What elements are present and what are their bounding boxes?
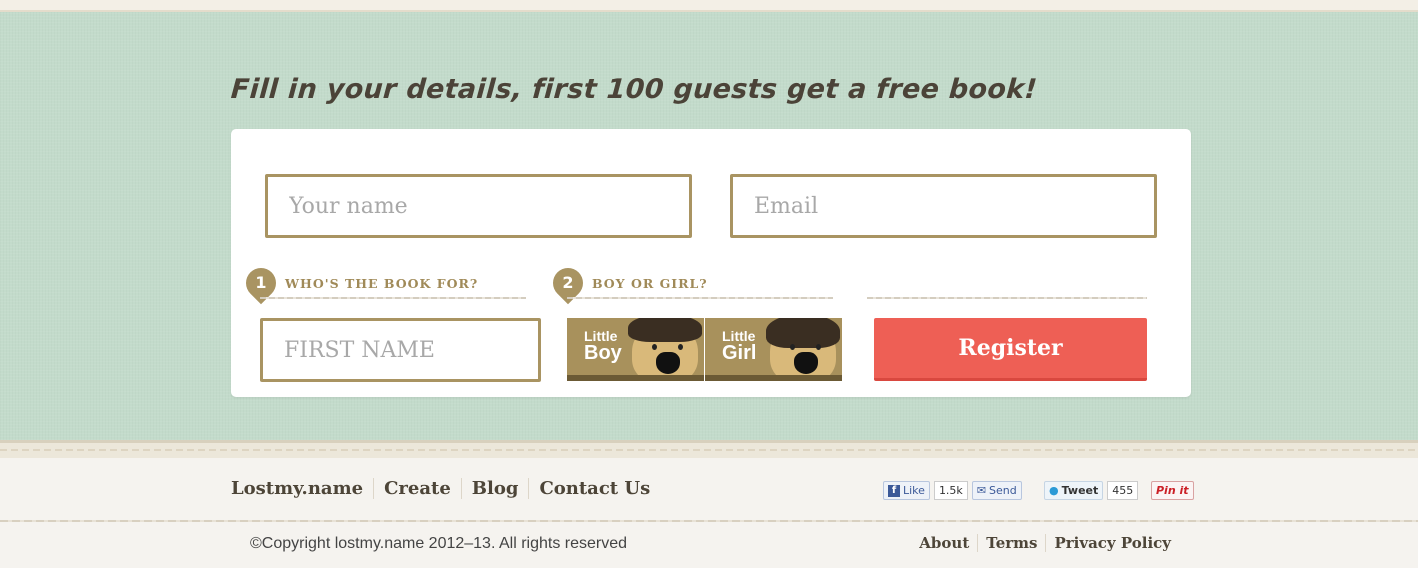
facebook-send-button[interactable]: ✉ Send bbox=[971, 481, 1022, 500]
girl-face-icon bbox=[766, 318, 840, 375]
first-name-input[interactable] bbox=[260, 318, 541, 382]
step-2-divider bbox=[567, 297, 833, 299]
boy-big-label: Boy bbox=[584, 342, 622, 364]
facebook-icon: f bbox=[888, 484, 900, 497]
step-1-number: 1 bbox=[255, 273, 267, 292]
footer: Lostmy.name Create Blog Contact Us f Lik… bbox=[0, 458, 1418, 568]
boy-mouth bbox=[656, 352, 680, 374]
copyright-text: ©Copyright lostmy.name 2012–13. All righ… bbox=[250, 535, 628, 552]
little-boy-button[interactable]: Little Boy bbox=[567, 318, 704, 381]
step-3-divider bbox=[867, 297, 1147, 299]
step-1-divider bbox=[260, 297, 526, 299]
register-button[interactable]: Register bbox=[874, 318, 1147, 381]
tweet-button[interactable]: ● Tweet bbox=[1044, 481, 1104, 500]
footer-link-terms[interactable]: Terms bbox=[977, 534, 1045, 552]
boy-face-icon bbox=[628, 318, 702, 375]
email-input[interactable] bbox=[730, 174, 1157, 238]
twitter-widget: ● Tweet 455 bbox=[1044, 481, 1139, 500]
footer-divider bbox=[0, 520, 1418, 522]
top-strip bbox=[0, 0, 1418, 12]
footer-link-blog[interactable]: Blog bbox=[460, 478, 529, 499]
girl-eye bbox=[790, 344, 795, 350]
facebook-widget: f Like 1.5k ✉ Send bbox=[883, 481, 1022, 500]
girl-big-label: Girl bbox=[722, 342, 757, 364]
step-2-number: 2 bbox=[562, 273, 574, 292]
girl-eye bbox=[816, 344, 821, 350]
boy-eye bbox=[652, 344, 657, 350]
boy-hair bbox=[628, 318, 702, 342]
facebook-like-count: 1.5k bbox=[933, 481, 968, 500]
footer-link-home[interactable]: Lostmy.name bbox=[231, 478, 373, 499]
boy-eye bbox=[678, 344, 683, 350]
girl-mouth bbox=[794, 352, 818, 374]
facebook-like-button[interactable]: f Like bbox=[883, 481, 930, 500]
tweet-count: 455 bbox=[1107, 481, 1139, 500]
footer-link-contact[interactable]: Contact Us bbox=[528, 478, 660, 499]
signup-headline: Fill in your details, first 100 guests g… bbox=[229, 74, 1039, 105]
pin-it-button[interactable]: Pin it bbox=[1151, 481, 1194, 500]
legal-nav: About Terms Privacy Policy bbox=[919, 534, 1171, 552]
little-girl-button[interactable]: Little Girl bbox=[705, 318, 842, 381]
name-input[interactable] bbox=[265, 174, 692, 238]
pinterest-widget: Pin it bbox=[1151, 481, 1194, 500]
signup-section: Fill in your details, first 100 guests g… bbox=[0, 12, 1418, 470]
girl-hair bbox=[766, 318, 840, 348]
facebook-send-label: Send bbox=[989, 484, 1017, 497]
footer-link-privacy[interactable]: Privacy Policy bbox=[1045, 534, 1171, 552]
step-1-label: WHO'S THE BOOK FOR? bbox=[285, 276, 479, 291]
footer-link-create[interactable]: Create bbox=[373, 478, 461, 499]
footer-nav: Lostmy.name Create Blog Contact Us bbox=[231, 478, 660, 499]
tweet-label: Tweet bbox=[1061, 484, 1099, 497]
footer-link-about[interactable]: About bbox=[919, 534, 977, 552]
twitter-bird-icon: ● bbox=[1049, 484, 1059, 497]
send-icon: ✉ bbox=[976, 484, 987, 497]
facebook-like-label: Like bbox=[903, 484, 925, 497]
step-2-label: BOY OR GIRL? bbox=[592, 276, 708, 291]
signup-card: 1 WHO'S THE BOOK FOR? 2 BOY OR GIRL? Lit… bbox=[231, 129, 1191, 397]
